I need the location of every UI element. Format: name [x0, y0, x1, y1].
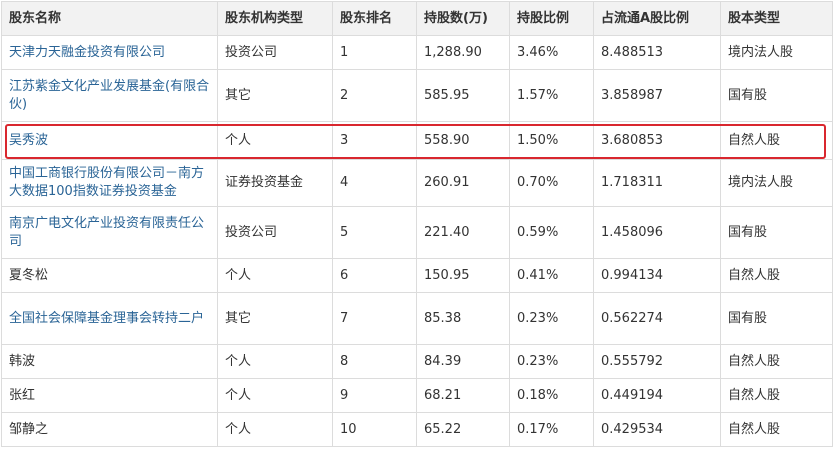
shareholder-name-link[interactable]: 全国社会保障基金理事会转持二户 [1, 292, 218, 345]
shareholder-name: 夏冬松 [1, 258, 218, 293]
header-org-type: 股东机构类型 [217, 1, 333, 36]
rank-cell: 6 [332, 258, 417, 293]
table-row: 中国工商银行股份有限公司－南方大数据100指数证券投资基金 证券投资基金 4 2… [1, 159, 833, 207]
header-rank: 股东排名 [332, 1, 417, 36]
shareholder-name-link[interactable]: 天津力天融金投资有限公司 [1, 35, 218, 70]
ratio-cell: 0.17% [509, 412, 594, 447]
shares-cell: 221.40 [416, 206, 510, 259]
share-type-cell: 自然人股 [720, 258, 833, 293]
float-ratio-cell: 8.488513 [593, 35, 721, 70]
org-type-cell: 其它 [217, 69, 333, 122]
ratio-cell: 0.18% [509, 378, 594, 413]
ratio-cell: 3.46% [509, 35, 594, 70]
shareholder-name: 邹静之 [1, 412, 218, 447]
ratio-cell: 0.70% [509, 159, 594, 207]
rank-cell: 5 [332, 206, 417, 259]
float-ratio-cell: 1.718311 [593, 159, 721, 207]
table-row-highlighted: 吴秀波 个人 3 558.90 1.50% 3.680853 自然人股 [1, 121, 833, 160]
float-ratio-cell: 0.555792 [593, 344, 721, 379]
shares-cell: 150.95 [416, 258, 510, 293]
shares-cell: 65.22 [416, 412, 510, 447]
shareholder-name-link[interactable]: 江苏紫金文化产业发展基金(有限合伙) [1, 69, 218, 122]
shares-cell: 1,288.90 [416, 35, 510, 70]
header-float-ratio: 占流通A股比例 [593, 1, 721, 36]
shares-cell: 84.39 [416, 344, 510, 379]
ratio-cell: 0.23% [509, 292, 594, 345]
header-share-type: 股本类型 [720, 1, 833, 36]
share-type-cell: 自然人股 [720, 344, 833, 379]
table-row: 江苏紫金文化产业发展基金(有限合伙) 其它 2 585.95 1.57% 3.8… [1, 69, 833, 122]
rank-cell: 2 [332, 69, 417, 122]
shareholder-name-link[interactable]: 南京广电文化产业投资有限责任公司 [1, 206, 218, 259]
table-row: 天津力天融金投资有限公司 投资公司 1 1,288.90 3.46% 8.488… [1, 35, 833, 70]
share-type-cell: 自然人股 [720, 378, 833, 413]
org-type-cell: 个人 [217, 121, 333, 160]
share-type-cell: 国有股 [720, 69, 833, 122]
org-type-cell: 个人 [217, 412, 333, 447]
org-type-cell: 个人 [217, 344, 333, 379]
rank-cell: 10 [332, 412, 417, 447]
table-row: 南京广电文化产业投资有限责任公司 投资公司 5 221.40 0.59% 1.4… [1, 206, 833, 259]
share-type-cell: 境内法人股 [720, 159, 833, 207]
header-shares: 持股数(万) [416, 1, 510, 36]
share-type-cell: 国有股 [720, 292, 833, 345]
float-ratio-cell: 0.429534 [593, 412, 721, 447]
table-row: 韩波 个人 8 84.39 0.23% 0.555792 自然人股 [1, 344, 833, 379]
shareholder-table-container: 股东名称 股东机构类型 股东排名 持股数(万) 持股比例 占流通A股比例 股本类… [1, 1, 833, 447]
rank-cell: 9 [332, 378, 417, 413]
org-type-cell: 个人 [217, 378, 333, 413]
table-row: 全国社会保障基金理事会转持二户 其它 7 85.38 0.23% 0.56227… [1, 292, 833, 345]
float-ratio-cell: 0.562274 [593, 292, 721, 345]
share-type-cell: 境内法人股 [720, 35, 833, 70]
org-type-cell: 投资公司 [217, 206, 333, 259]
shares-cell: 68.21 [416, 378, 510, 413]
shares-cell: 558.90 [416, 121, 510, 160]
rank-cell: 1 [332, 35, 417, 70]
shareholder-name-link[interactable]: 中国工商银行股份有限公司－南方大数据100指数证券投资基金 [1, 159, 218, 207]
table-row: 邹静之 个人 10 65.22 0.17% 0.429534 自然人股 [1, 412, 833, 447]
shares-cell: 585.95 [416, 69, 510, 122]
table-row: 夏冬松 个人 6 150.95 0.41% 0.994134 自然人股 [1, 258, 833, 293]
share-type-cell: 自然人股 [720, 412, 833, 447]
share-type-cell: 自然人股 [720, 121, 833, 160]
float-ratio-cell: 3.858987 [593, 69, 721, 122]
rank-cell: 4 [332, 159, 417, 207]
float-ratio-cell: 0.449194 [593, 378, 721, 413]
rank-cell: 3 [332, 121, 417, 160]
org-type-cell: 证券投资基金 [217, 159, 333, 207]
shareholder-name-link[interactable]: 吴秀波 [1, 121, 218, 160]
float-ratio-cell: 0.994134 [593, 258, 721, 293]
ratio-cell: 1.50% [509, 121, 594, 160]
float-ratio-cell: 3.680853 [593, 121, 721, 160]
ratio-cell: 1.57% [509, 69, 594, 122]
rank-cell: 8 [332, 344, 417, 379]
header-shareholder-name: 股东名称 [1, 1, 218, 36]
org-type-cell: 个人 [217, 258, 333, 293]
ratio-cell: 0.59% [509, 206, 594, 259]
shareholder-name: 张红 [1, 378, 218, 413]
shares-cell: 260.91 [416, 159, 510, 207]
float-ratio-cell: 1.458096 [593, 206, 721, 259]
shareholder-name: 韩波 [1, 344, 218, 379]
ratio-cell: 0.41% [509, 258, 594, 293]
shares-cell: 85.38 [416, 292, 510, 345]
table-header-row: 股东名称 股东机构类型 股东排名 持股数(万) 持股比例 占流通A股比例 股本类… [1, 1, 833, 36]
share-type-cell: 国有股 [720, 206, 833, 259]
ratio-cell: 0.23% [509, 344, 594, 379]
rank-cell: 7 [332, 292, 417, 345]
org-type-cell: 投资公司 [217, 35, 333, 70]
top-shareholders-table: 股东名称 股东机构类型 股东排名 持股数(万) 持股比例 占流通A股比例 股本类… [1, 1, 833, 447]
org-type-cell: 其它 [217, 292, 333, 345]
header-ratio: 持股比例 [509, 1, 594, 36]
table-row: 张红 个人 9 68.21 0.18% 0.449194 自然人股 [1, 378, 833, 413]
